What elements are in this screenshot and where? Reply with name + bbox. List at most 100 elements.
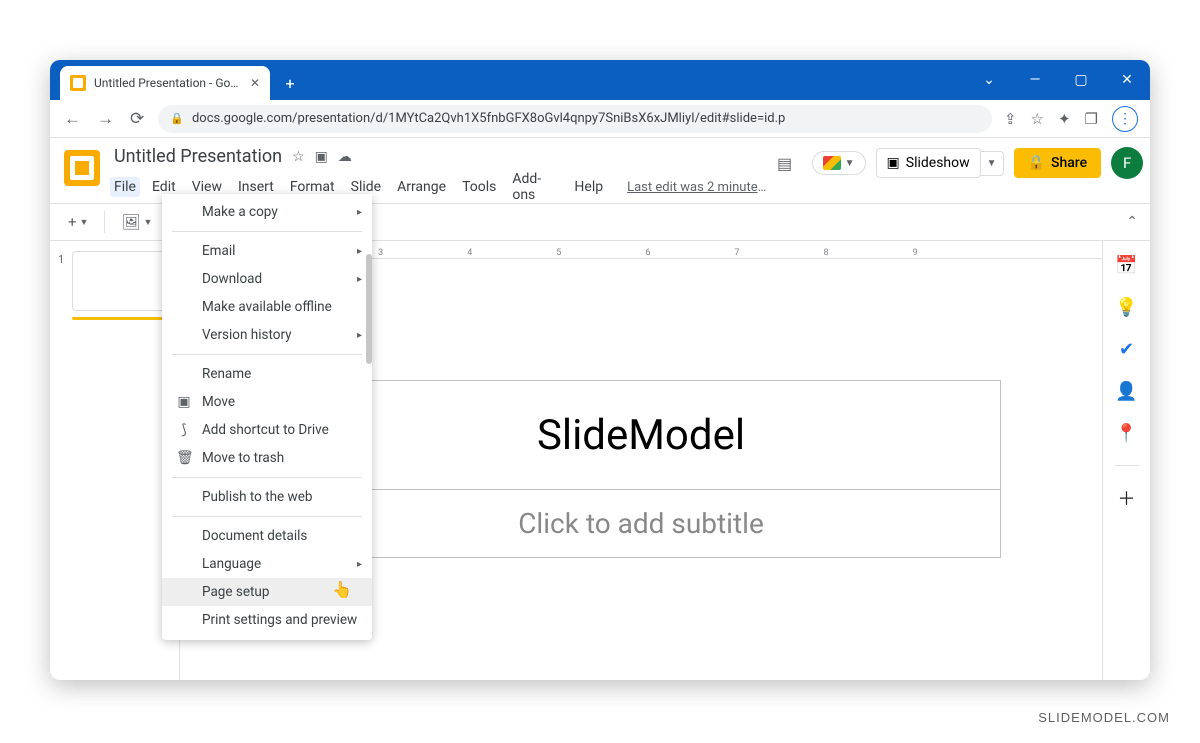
window-minimize-button[interactable]: — bbox=[1012, 60, 1058, 100]
ruler-mark: 4 bbox=[467, 248, 476, 258]
share-label: Share bbox=[1051, 155, 1087, 171]
side-separator bbox=[1115, 465, 1139, 466]
address-bar[interactable]: 🔒 docs.google.com/presentation/d/1MYtCa2… bbox=[158, 105, 992, 133]
star-document-icon[interactable]: ☆ bbox=[292, 149, 305, 165]
lock-icon: 🔒 bbox=[170, 112, 184, 125]
menu-item-download[interactable]: •Download▸ bbox=[162, 265, 372, 293]
slides-favicon-icon bbox=[70, 75, 86, 91]
menu-format[interactable]: Format bbox=[290, 179, 335, 195]
extensions-icon[interactable]: ✦ bbox=[1058, 110, 1071, 128]
browser-window: Untitled Presentation - Google S ✕ + ⌄ —… bbox=[50, 60, 1150, 680]
tasks-icon[interactable]: ✔ bbox=[1117, 339, 1137, 359]
menu-item-document-details[interactable]: •Document details bbox=[162, 522, 372, 550]
slideshow-label: Slideshow bbox=[906, 155, 970, 171]
comments-icon[interactable]: ▤ bbox=[768, 146, 802, 180]
collapse-toolbar-icon[interactable]: ⌃ bbox=[1126, 214, 1138, 230]
tab-title: Untitled Presentation - Google S bbox=[94, 76, 242, 90]
slide-thumbnail-panel: 1 bbox=[50, 241, 180, 680]
new-tab-button[interactable]: + bbox=[276, 69, 304, 97]
ruler-mark: 9 bbox=[913, 248, 922, 258]
browser-more-menu[interactable]: ⋮ bbox=[1112, 106, 1138, 132]
window-controls: ⌄ — ▢ ✕ bbox=[966, 60, 1150, 100]
slideshow-button[interactable]: ▣ Slideshow bbox=[876, 148, 981, 178]
ruler-mark: 8 bbox=[823, 248, 832, 258]
toolbar-separator bbox=[104, 211, 105, 233]
folder-move-icon: ▣ bbox=[176, 394, 192, 410]
slideshow-dropdown[interactable]: ▼ bbox=[981, 151, 1004, 176]
calendar-icon[interactable]: 📅 bbox=[1117, 255, 1137, 275]
menu-item-page-setup[interactable]: •Page setup 👆 bbox=[162, 578, 372, 606]
menu-item-email[interactable]: •Email▸ bbox=[162, 237, 372, 265]
new-slide-button[interactable]: +▼ bbox=[62, 209, 94, 235]
cursor-pointer-icon: 👆 bbox=[332, 580, 352, 599]
menu-item-move-to-trash[interactable]: 🗑Move to trash bbox=[162, 444, 372, 472]
add-addon-icon[interactable]: ＋ bbox=[1117, 488, 1137, 508]
file-menu-dropdown: •Make a copy▸ •Email▸ •Download▸ •Make a… bbox=[162, 194, 372, 640]
slide-number: 1 bbox=[58, 253, 64, 266]
ruler-mark: 5 bbox=[556, 248, 565, 258]
keep-icon[interactable]: 💡 bbox=[1117, 297, 1137, 317]
menu-arrange[interactable]: Arrange bbox=[397, 179, 446, 195]
meet-button[interactable]: ▼ bbox=[812, 151, 866, 175]
menu-separator bbox=[172, 354, 362, 355]
menu-item-publish-to-web[interactable]: •Publish to the web bbox=[162, 483, 372, 511]
window-maximize-button[interactable]: ▢ bbox=[1058, 60, 1104, 100]
menu-item-print-settings-preview[interactable]: •Print settings and preview bbox=[162, 606, 372, 634]
window-close-button[interactable]: ✕ bbox=[1104, 60, 1150, 100]
menu-slide[interactable]: Slide bbox=[351, 179, 381, 195]
browser-titlebar: Untitled Presentation - Google S ✕ + ⌄ —… bbox=[50, 60, 1150, 100]
lock-share-icon: 🔒 bbox=[1028, 155, 1045, 171]
menu-item-make-available-offline[interactable]: •Make available offline bbox=[162, 293, 372, 321]
slide-subtitle-textbox[interactable]: Click to add subtitle bbox=[281, 490, 1001, 558]
nav-reload-button[interactable]: ⟳ bbox=[128, 109, 146, 129]
menu-file[interactable]: File bbox=[110, 177, 140, 197]
menu-addons[interactable]: Add-ons bbox=[512, 171, 558, 203]
ruler-mark: 3 bbox=[378, 248, 387, 258]
nav-forward-button[interactable]: → bbox=[95, 109, 116, 129]
menu-view[interactable]: View bbox=[192, 179, 222, 195]
meet-icon bbox=[823, 156, 841, 170]
cloud-status-icon[interactable]: ☁ bbox=[338, 149, 352, 165]
maps-icon[interactable]: 📍 bbox=[1117, 423, 1137, 443]
tab-close-icon[interactable]: ✕ bbox=[250, 76, 260, 90]
menu-separator bbox=[172, 516, 362, 517]
side-addon-panel: 📅 💡 ✔ 👤 📍 ＋ bbox=[1102, 241, 1150, 680]
image-insert-button[interactable]: 🖼▼ bbox=[115, 209, 158, 235]
slides-logo-icon[interactable] bbox=[64, 150, 100, 186]
drive-shortcut-icon: ⟆ bbox=[176, 422, 192, 438]
menu-separator bbox=[172, 477, 362, 478]
contacts-icon[interactable]: 👤 bbox=[1117, 381, 1137, 401]
window-restore-icon[interactable]: ❐ bbox=[1085, 110, 1098, 128]
present-icon: ▣ bbox=[887, 155, 900, 171]
move-document-icon[interactable]: ▣ bbox=[315, 149, 328, 165]
menu-item-make-a-copy[interactable]: •Make a copy▸ bbox=[162, 198, 372, 226]
bookmark-star-icon[interactable]: ☆ bbox=[1031, 110, 1044, 128]
trash-icon: 🗑 bbox=[176, 450, 192, 466]
menu-help[interactable]: Help bbox=[574, 179, 603, 195]
ruler-mark: 7 bbox=[734, 248, 743, 258]
menu-tools[interactable]: Tools bbox=[462, 179, 496, 195]
menu-insert[interactable]: Insert bbox=[238, 179, 274, 195]
watermark-text: SLIDEMODEL.COM bbox=[1038, 710, 1170, 725]
menu-item-version-history[interactable]: •Version history▸ bbox=[162, 321, 372, 349]
menu-item-rename[interactable]: •Rename bbox=[162, 360, 372, 388]
slide-title-textbox[interactable]: SlideModel bbox=[281, 380, 1001, 490]
window-chevron-icon[interactable]: ⌄ bbox=[966, 60, 1012, 100]
menu-item-move[interactable]: ▣Move bbox=[162, 388, 372, 416]
url-text: docs.google.com/presentation/d/1MYtCa2Qv… bbox=[192, 111, 785, 126]
menu-item-language[interactable]: •Language▸ bbox=[162, 550, 372, 578]
browser-toolbar: ← → ⟳ 🔒 docs.google.com/presentation/d/1… bbox=[50, 100, 1150, 138]
nav-back-button[interactable]: ← bbox=[62, 109, 83, 129]
thumbnail-selection-underline bbox=[72, 317, 172, 320]
document-title[interactable]: Untitled Presentation bbox=[114, 146, 282, 167]
share-button[interactable]: 🔒 Share bbox=[1014, 148, 1102, 178]
ruler-mark: 6 bbox=[645, 248, 654, 258]
menu-separator bbox=[172, 231, 362, 232]
menu-item-add-shortcut-to-drive[interactable]: ⟆Add shortcut to Drive bbox=[162, 416, 372, 444]
share-page-icon[interactable]: ⇪ bbox=[1004, 110, 1017, 128]
last-edit-link[interactable]: Last edit was 2 minutes a... bbox=[627, 180, 768, 195]
menu-edit[interactable]: Edit bbox=[152, 179, 176, 195]
browser-tab[interactable]: Untitled Presentation - Google S ✕ bbox=[60, 66, 270, 100]
account-avatar[interactable]: F bbox=[1111, 147, 1143, 179]
slide-thumbnail[interactable] bbox=[72, 251, 172, 311]
